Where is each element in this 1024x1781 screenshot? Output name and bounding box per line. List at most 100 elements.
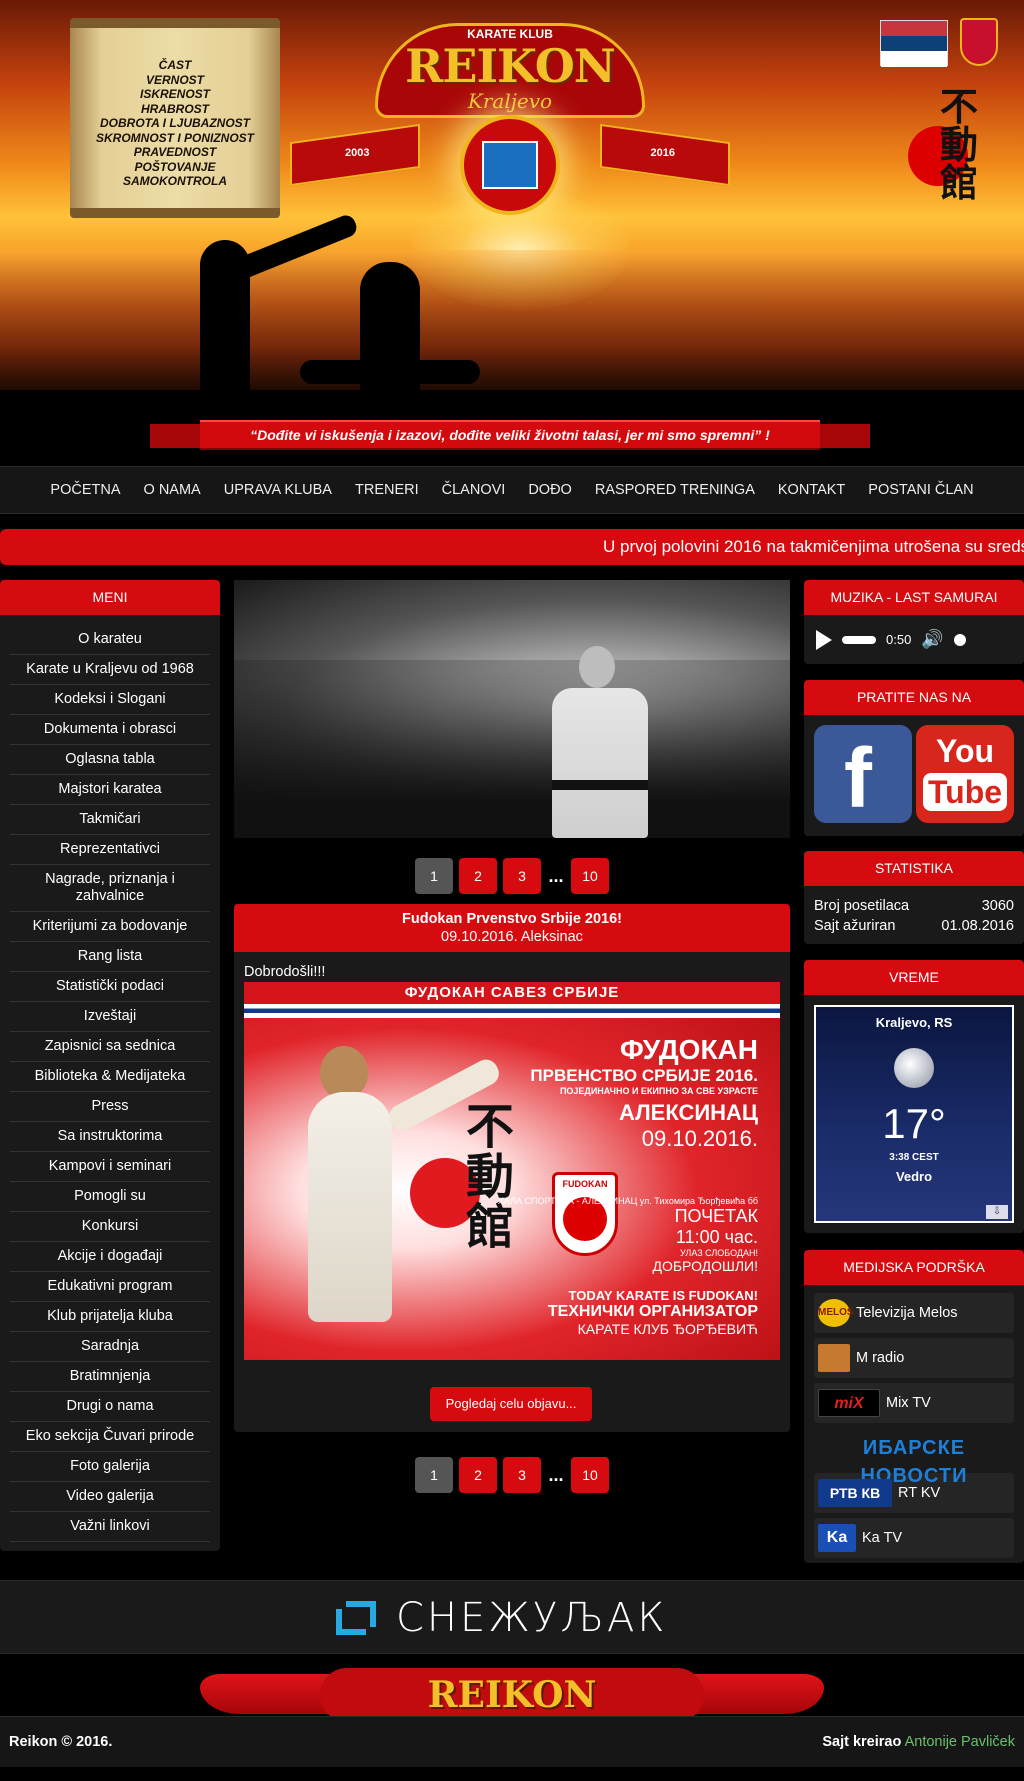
youtube-tube: Tube — [922, 773, 1008, 811]
sidebar-menu-item[interactable]: Rang lista — [10, 942, 210, 972]
poster-line: 11:00 час. — [675, 1227, 758, 1247]
poster-line: TODAY KARATE IS FUDOKAN! — [568, 1288, 758, 1303]
audio-time: 0:50 — [886, 632, 912, 647]
sidebar-menu-item[interactable]: O karateu — [10, 625, 210, 655]
page-ellipsis: ... — [548, 865, 564, 886]
sidebar-menu-item[interactable]: Press — [10, 1092, 210, 1122]
sidebar-menu-item[interactable]: Karate u Kraljevu od 1968 — [10, 655, 210, 685]
youtube-icon[interactable]: You Tube — [916, 725, 1014, 823]
nav-item-kontakt[interactable]: KONTAKT — [778, 482, 845, 498]
nav-item-postani-clan[interactable]: POSTANI ČLAN — [868, 482, 973, 498]
facebook-icon[interactable]: f — [814, 725, 912, 823]
credit-label: Sajt kreirao — [822, 1734, 902, 1750]
credit-author-link[interactable]: Antonije Pavliček — [905, 1734, 1015, 1750]
sidebar-menu-item[interactable]: Eko sekcija Čuvari prirode — [10, 1422, 210, 1452]
volume-icon[interactable]: 🔊 — [921, 629, 943, 650]
sidebar-menu-item[interactable]: Statistički podaci — [10, 972, 210, 1002]
ticker-text[interactable]: U prvoj polovini 2016 na takmičenjima ut… — [603, 537, 1024, 557]
media-item-ka-tv[interactable]: Ka Ka TV — [814, 1518, 1014, 1558]
sponsor-banner[interactable]: СНЕЖУЉАК — [0, 1580, 1024, 1654]
slogan-text: “Dođite vi iskušenja i izazovi, dođite v… — [250, 427, 770, 443]
page-button-3[interactable]: 3 — [503, 1457, 541, 1493]
sidebar-menu-item[interactable]: Sa instruktorima — [10, 1122, 210, 1152]
sidebar-menu-item[interactable]: Takmičari — [10, 805, 210, 835]
poster-line: ДОБРОДОШЛИ! — [652, 1258, 758, 1274]
hero-slider-image[interactable] — [234, 580, 790, 838]
event-poster-image[interactable]: ФУДОКАН САВЕЗ СРБИЈЕ 不動館 FUDOKAN ФУДОКАН… — [244, 982, 780, 1360]
sidebar-menu-item[interactable]: Drugi o nama — [10, 1392, 210, 1422]
page-button-2[interactable]: 2 — [459, 858, 497, 894]
sidebar-menu-item[interactable]: Kriterijumi za bodovanje — [10, 912, 210, 942]
news-ticker[interactable]: U prvoj polovini 2016 na takmičenjima ut… — [0, 529, 1024, 565]
sidebar-menu-item[interactable]: Akcije i događaji — [10, 1242, 210, 1272]
read-more-button[interactable]: Pogledaj celu objavu... — [430, 1387, 592, 1421]
sidebar-menu-item[interactable]: Pomogli su — [10, 1182, 210, 1212]
weather-condition: Vedro — [895, 1169, 933, 1184]
media-item-mix-tv[interactable]: miX Mix TV — [814, 1383, 1014, 1423]
nav-item-uprava-kluba[interactable]: UPRAVA KLUBA — [224, 482, 332, 498]
weather-widget[interactable]: Kraljevo, RS 17° 3:38 CEST Vedro ⇩ — [814, 1005, 1014, 1223]
sidebar-menu-item[interactable]: Važni linkovi — [10, 1512, 210, 1542]
nav-item-treneri[interactable]: TRENERI — [355, 482, 419, 498]
sidebar-menu-item[interactable]: Dokumenta i obrasci — [10, 715, 210, 745]
media-item-label: RT KV — [898, 1485, 941, 1501]
nav-item-pocetna[interactable]: POČETNA — [50, 482, 120, 498]
media-item-melos[interactable]: MELOS Televizija Melos — [814, 1293, 1014, 1333]
social-panel: PRATITE NAS NA f You Tube — [804, 680, 1024, 836]
rtv-kv-logo-icon: РТВ КВ — [818, 1479, 892, 1507]
sidebar-menu-item[interactable]: Kampovi i seminari — [10, 1152, 210, 1182]
sidebar-menu-item[interactable]: Klub prijatelja kluba — [10, 1302, 210, 1332]
virtue-item: VERNOST — [145, 72, 204, 87]
media-item-m-radio[interactable]: M radio — [814, 1338, 1014, 1378]
post-title[interactable]: Fudokan Prvenstvo Srbije 2016! — [234, 910, 790, 928]
page-button-2[interactable]: 2 — [459, 1457, 497, 1493]
sidebar-menu-item[interactable]: Bratimnjenja — [10, 1362, 210, 1392]
page-button-1[interactable]: 1 — [415, 858, 453, 894]
fudokan-kanji: 不動館 — [940, 84, 979, 205]
club-logo[interactable]: 2003 2016 KARATE KLUB REIKON Kraljevo — [290, 15, 730, 240]
media-item-label: Mix TV — [886, 1395, 931, 1411]
virtue-item: SAMOKONTROLA — [123, 174, 227, 188]
post-header[interactable]: Fudokan Prvenstvo Srbije 2016! 09.10.201… — [234, 904, 790, 952]
sidebar-menu-item[interactable]: Izveštaji — [10, 1002, 210, 1032]
weather-time: 3:38 CEST — [889, 1152, 939, 1163]
virtue-item: PRAVEDNOST — [133, 145, 217, 159]
sidebar-menu-item[interactable]: Kodeksi i Slogani — [10, 685, 210, 715]
sidebar-menu-item[interactable]: Biblioteka & Medijateka — [10, 1062, 210, 1092]
media-panel: MEDIJSKA PODRŠKA MELOS Televizija Melos … — [804, 1250, 1024, 1563]
media-title: MEDIJSKA PODRŠKA — [804, 1250, 1024, 1285]
weather-temperature: 17° — [882, 1100, 946, 1147]
sidebar-menu-item[interactable]: Majstori karatea — [10, 775, 210, 805]
serbian-flag-icon[interactable] — [880, 20, 948, 67]
media-item-ibarske-novosti[interactable]: ИБАРСКЕ НОВОСТИ — [814, 1428, 1014, 1487]
page-button-10[interactable]: 10 — [571, 858, 609, 894]
hero-karateka-gi — [552, 688, 648, 838]
sidebar-menu-item[interactable]: Oglasna tabla — [10, 745, 210, 775]
poster-line: 09.10.2016. — [641, 1126, 758, 1151]
sidebar-menu-item[interactable]: Edukativni program — [10, 1272, 210, 1302]
sidebar-menu-item[interactable]: Saradnja — [10, 1332, 210, 1362]
sidebar-menu-item[interactable]: Zapisnici sa sednica — [10, 1032, 210, 1062]
nav-item-raspored-treninga[interactable]: RASPORED TRENINGA — [595, 482, 755, 498]
nav-item-clanovi[interactable]: ČLANOVI — [442, 482, 506, 498]
poster-line: ХАЛА СПОРТОВА - АЛЕКСИНАЦ ул. Тихомира Ђ… — [497, 1196, 758, 1206]
poster-line: ПОЈЕДИНАЧНО И ЕКИПНО ЗА СВЕ УЗРАСТЕ — [559, 1086, 758, 1096]
page-ellipsis: ... — [548, 1464, 564, 1485]
audio-progress-slider[interactable] — [842, 635, 876, 644]
nav-item-dodjo[interactable]: DOĐO — [528, 482, 572, 498]
stats-panel: STATISTIKA Broj posetilaca 3060 Sajt ažu… — [804, 851, 1024, 944]
media-item-label: Televizija Melos — [856, 1305, 958, 1321]
page-button-3[interactable]: 3 — [503, 858, 541, 894]
kraljevo-crest-icon[interactable] — [960, 18, 998, 66]
nav-item-o-nama[interactable]: O NAMA — [144, 482, 201, 498]
sea-backdrop — [0, 250, 1024, 410]
sidebar-menu-item[interactable]: Konkursi — [10, 1212, 210, 1242]
poster-line: УЛАЗ СЛОБОДАН! — [680, 1248, 758, 1258]
volume-slider[interactable] — [953, 633, 966, 646]
download-icon[interactable]: ⇩ — [986, 1205, 1008, 1219]
play-icon[interactable] — [816, 629, 832, 650]
page-button-1[interactable]: 1 — [415, 1457, 453, 1493]
page-button-10[interactable]: 10 — [571, 1457, 609, 1493]
virtue-item: ISKRENOST — [139, 87, 210, 101]
logo-year-founded: 2003 — [345, 147, 370, 159]
